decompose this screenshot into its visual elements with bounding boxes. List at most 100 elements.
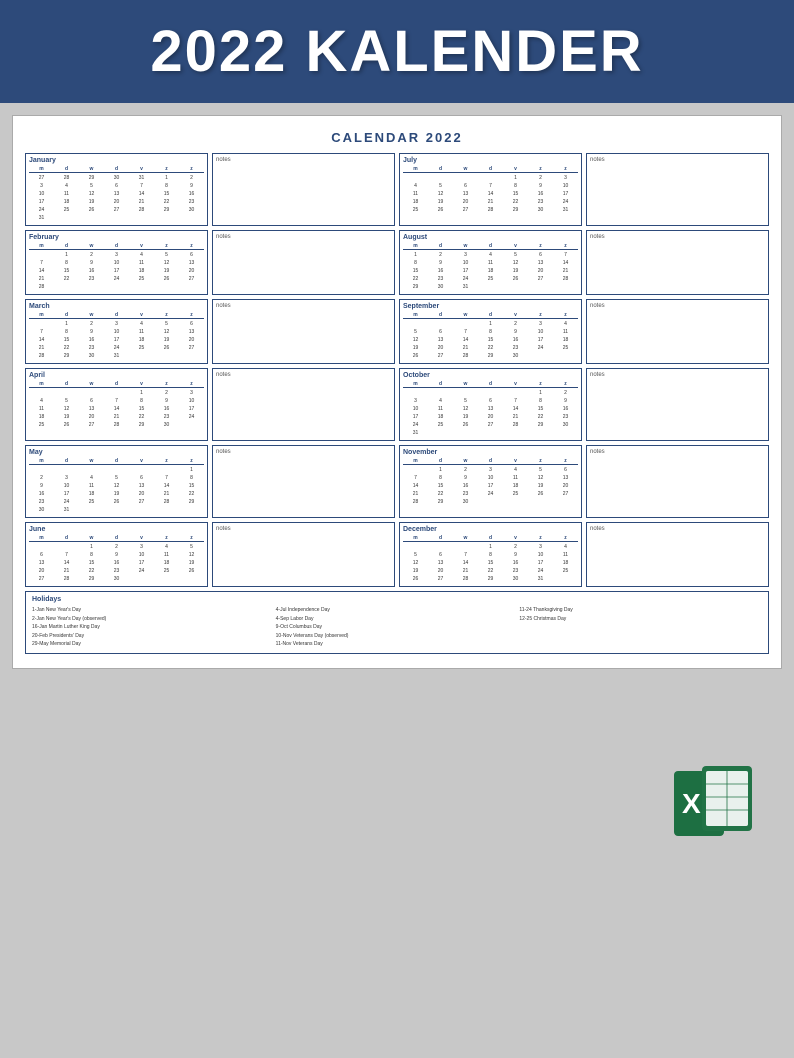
day-cell: 21 bbox=[54, 567, 79, 575]
day-cell: 16 bbox=[29, 490, 54, 498]
day-cell: 9 bbox=[453, 474, 478, 482]
day-cell: 28 bbox=[29, 352, 54, 360]
day-cell: 20 bbox=[179, 267, 204, 275]
day-cell: 14 bbox=[403, 482, 428, 490]
day-cell bbox=[179, 352, 204, 360]
header: 2022 KALENDER bbox=[0, 0, 794, 103]
day-cell: 14 bbox=[478, 190, 503, 198]
day-cell: 22 bbox=[154, 198, 179, 206]
day-cell: 6 bbox=[553, 466, 578, 474]
day-header: m bbox=[403, 381, 428, 387]
day-cell: 3 bbox=[129, 543, 154, 551]
day-cell: 23 bbox=[503, 567, 528, 575]
notes-block: notes bbox=[212, 368, 395, 441]
day-cell: 30 bbox=[503, 352, 528, 360]
day-cell: 24 bbox=[54, 498, 79, 506]
day-cell: 1 bbox=[478, 320, 503, 328]
day-cell: 28 bbox=[453, 352, 478, 360]
day-header: d bbox=[104, 381, 129, 387]
day-cell bbox=[553, 283, 578, 291]
day-header: w bbox=[79, 381, 104, 387]
day-cell: 24 bbox=[528, 344, 553, 352]
day-cell bbox=[553, 429, 578, 437]
day-cell: 26 bbox=[79, 206, 104, 214]
day-cell: 6 bbox=[453, 182, 478, 190]
notes-block: notes bbox=[586, 445, 769, 518]
day-cell: 25 bbox=[54, 206, 79, 214]
day-header: d bbox=[54, 166, 79, 172]
day-header: z bbox=[154, 381, 179, 387]
day-cell: 28 bbox=[503, 421, 528, 429]
day-cell: 13 bbox=[453, 190, 478, 198]
day-cell: 28 bbox=[54, 174, 79, 182]
day-cell: 11 bbox=[553, 551, 578, 559]
day-cell: 18 bbox=[154, 559, 179, 567]
day-header: z bbox=[528, 381, 553, 387]
day-cell: 3 bbox=[528, 320, 553, 328]
day-header: d bbox=[428, 458, 453, 464]
day-cell: 2 bbox=[79, 320, 104, 328]
day-cell: 11 bbox=[129, 259, 154, 267]
day-cell bbox=[29, 251, 54, 259]
day-cell: 19 bbox=[54, 413, 79, 421]
day-cell: 16 bbox=[503, 559, 528, 567]
day-cell bbox=[503, 429, 528, 437]
day-cell: 1 bbox=[54, 320, 79, 328]
day-header: z bbox=[553, 381, 578, 387]
day-cell bbox=[179, 421, 204, 429]
day-header: d bbox=[428, 243, 453, 249]
day-header: v bbox=[129, 458, 154, 464]
day-cell: 12 bbox=[453, 405, 478, 413]
day-cell: 31 bbox=[54, 506, 79, 514]
day-header: m bbox=[403, 458, 428, 464]
day-cell: 22 bbox=[179, 490, 204, 498]
day-cell: 29 bbox=[528, 421, 553, 429]
day-cell: 31 bbox=[453, 283, 478, 291]
day-cell: 31 bbox=[553, 206, 578, 214]
day-cell: 13 bbox=[528, 259, 553, 267]
notes-label: notes bbox=[590, 526, 765, 532]
day-cell: 5 bbox=[528, 466, 553, 474]
calendar-title: CALENDAR 2022 bbox=[25, 130, 769, 145]
day-cell: 4 bbox=[428, 397, 453, 405]
day-cell: 24 bbox=[478, 490, 503, 498]
day-cell: 4 bbox=[403, 182, 428, 190]
day-cell: 22 bbox=[503, 198, 528, 206]
holiday-item: 11-Nov Veterans Day bbox=[276, 640, 519, 649]
holiday-item: 4-Sep Labor Day bbox=[276, 615, 519, 624]
day-cell: 21 bbox=[154, 490, 179, 498]
notes-block: notes bbox=[212, 153, 395, 226]
day-cell: 22 bbox=[528, 413, 553, 421]
day-cell: 21 bbox=[453, 344, 478, 352]
day-cell bbox=[428, 320, 453, 328]
day-cell: 22 bbox=[478, 567, 503, 575]
day-cell: 19 bbox=[154, 336, 179, 344]
day-cell: 6 bbox=[428, 328, 453, 336]
day-cell: 25 bbox=[403, 206, 428, 214]
day-cell: 7 bbox=[453, 328, 478, 336]
day-cell: 14 bbox=[129, 190, 154, 198]
day-cell: 5 bbox=[403, 328, 428, 336]
day-header: z bbox=[154, 166, 179, 172]
day-cell: 27 bbox=[29, 174, 54, 182]
page-title: 2022 KALENDER bbox=[20, 18, 774, 85]
day-cell: 31 bbox=[129, 174, 154, 182]
day-cell: 11 bbox=[503, 474, 528, 482]
day-header: v bbox=[503, 312, 528, 318]
day-cell: 3 bbox=[453, 251, 478, 259]
day-cell: 26 bbox=[428, 206, 453, 214]
day-cell: 3 bbox=[179, 389, 204, 397]
day-header: d bbox=[54, 458, 79, 464]
day-header: v bbox=[503, 458, 528, 464]
day-cell: 7 bbox=[478, 182, 503, 190]
day-cell: 4 bbox=[129, 320, 154, 328]
day-cell: 11 bbox=[129, 328, 154, 336]
day-cell: 20 bbox=[179, 336, 204, 344]
day-cell: 12 bbox=[154, 259, 179, 267]
day-cell: 10 bbox=[478, 474, 503, 482]
month-block-june: Junemdwdvzz12345678910111213141516171819… bbox=[25, 522, 208, 587]
day-cell bbox=[403, 174, 428, 182]
day-cell bbox=[453, 320, 478, 328]
day-cell: 28 bbox=[54, 575, 79, 583]
day-cell: 6 bbox=[179, 251, 204, 259]
